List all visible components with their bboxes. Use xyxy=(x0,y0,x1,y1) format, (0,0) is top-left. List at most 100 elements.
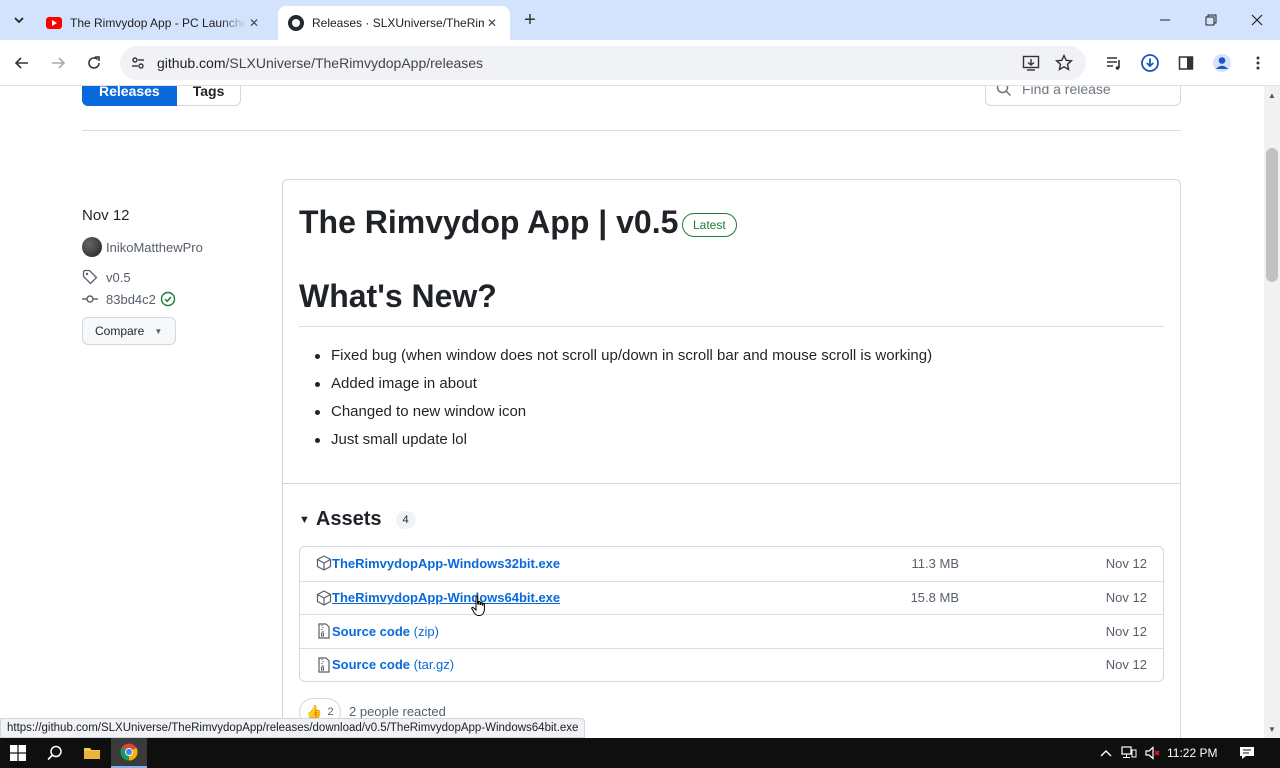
notes-heading: What's New? xyxy=(299,278,497,314)
reaction-count: 2 xyxy=(327,706,334,718)
tab-tags[interactable]: Tags xyxy=(176,86,242,106)
release-author[interactable]: InikoMatthewPro xyxy=(82,237,203,257)
asset-link[interactable]: TheRimvydopApp-Windows32bit.exe xyxy=(332,556,560,571)
tab-title: Releases · SLXUniverse/TheRimvydopApp xyxy=(312,16,484,30)
taskbar-file-explorer[interactable] xyxy=(74,738,110,768)
asset-row: TheRimvydopApp-Windows32bit.exe 11.3 MB … xyxy=(300,547,1163,581)
tab-title: The Rimvydop App - PC Launcher xyxy=(70,16,246,30)
tune-icon xyxy=(132,57,144,69)
triangle-down-icon: ▼ xyxy=(299,513,310,526)
url-path: /SLXUniverse/TheRimvydopApp/releases xyxy=(225,55,484,71)
link-status-bubble: https://github.com/SLXUniverse/TheRimvyd… xyxy=(0,718,586,738)
install-icon xyxy=(1022,55,1040,71)
taskbar-chrome[interactable] xyxy=(111,738,147,768)
divider xyxy=(299,326,1164,327)
side-panel-icon xyxy=(1178,56,1194,70)
divider xyxy=(82,130,1181,131)
author-name[interactable]: InikoMatthewPro xyxy=(106,240,203,255)
search-icon xyxy=(996,86,1012,97)
release-date: Nov 12 xyxy=(82,207,130,224)
minimize-button[interactable] xyxy=(1142,0,1188,40)
divider xyxy=(283,483,1180,484)
find-release-input[interactable]: Find a release xyxy=(985,86,1181,106)
reload-icon xyxy=(88,56,100,69)
forward-button[interactable] xyxy=(44,49,72,77)
asset-size: 15.8 MB xyxy=(910,590,959,606)
site-info-button[interactable] xyxy=(128,53,148,73)
release-card: The Rimvydop App | v0.5 Latest What's Ne… xyxy=(282,179,1181,738)
browser-toolbar: github.com/SLXUniverse/TheRimvydopApp/re… xyxy=(0,40,1280,86)
start-button[interactable] xyxy=(0,738,36,768)
tab-github-releases[interactable]: Releases · SLXUniverse/TheRimvydopApp ✕ xyxy=(278,6,510,40)
tray-overflow-button[interactable] xyxy=(1096,738,1116,768)
scroll-thumb[interactable] xyxy=(1266,148,1278,282)
asset-row: Source code (tar.gz) Nov 12 xyxy=(300,647,1163,682)
tab-search-button[interactable] xyxy=(6,7,32,33)
download-icon xyxy=(1141,54,1159,72)
compare-label: Compare xyxy=(95,324,145,338)
star-icon xyxy=(1055,54,1073,71)
tray-network-button[interactable] xyxy=(1118,738,1140,768)
notifications-button[interactable] xyxy=(1234,738,1260,768)
restore-button[interactable] xyxy=(1188,0,1234,40)
url-text: github.com/SLXUniverse/TheRimvydopApp/re… xyxy=(157,55,483,71)
scroll-up-icon[interactable]: ▲ xyxy=(1264,88,1280,102)
asset-name: TheRimvydopApp-Windows32bit.exe xyxy=(332,556,561,572)
releases-tags-nav: Releases Tags xyxy=(82,86,242,106)
playlist-icon xyxy=(1107,57,1120,70)
asset-link[interactable]: Source code (zip) xyxy=(332,624,439,639)
media-controls-button[interactable] xyxy=(1100,49,1128,77)
scroll-down-icon[interactable]: ▼ xyxy=(1264,722,1280,736)
tag-name[interactable]: v0.5 xyxy=(106,270,131,285)
chevron-up-icon xyxy=(1100,750,1112,757)
verified-icon[interactable] xyxy=(160,291,176,307)
restore-icon xyxy=(1205,14,1217,26)
arrow-right-icon xyxy=(52,57,66,69)
asset-format: (tar.gz) xyxy=(413,657,455,673)
commit-icon xyxy=(82,295,98,303)
close-icon[interactable]: ✕ xyxy=(246,15,262,31)
arrow-left-icon xyxy=(14,57,28,69)
package-icon xyxy=(316,589,332,606)
release-tag[interactable]: v0.5 xyxy=(82,269,131,285)
taskbar: 11:22 PM xyxy=(0,738,1280,768)
assets-list: TheRimvydopApp-Windows32bit.exe 11.3 MB … xyxy=(299,546,1164,682)
asset-size: 11.3 MB xyxy=(911,556,959,572)
taskbar-clock[interactable]: 11:22 PM xyxy=(1167,746,1217,760)
back-button[interactable] xyxy=(8,49,36,77)
window-close-button[interactable] xyxy=(1234,0,1280,40)
page-scrollbar[interactable]: ▲ ▼ xyxy=(1264,86,1280,738)
list-item: Changed to new window icon xyxy=(299,398,932,426)
new-tab-button[interactable]: + xyxy=(518,8,542,32)
tab-strip: The Rimvydop App - PC Launcher ✕ Release… xyxy=(0,0,1280,40)
release-commit[interactable]: 83bd4c2 xyxy=(82,291,176,307)
install-app-button[interactable] xyxy=(1020,52,1042,74)
tab-releases[interactable]: Releases xyxy=(82,86,177,106)
asset-name: Source code xyxy=(332,657,411,673)
downloads-button[interactable] xyxy=(1136,49,1164,77)
chrome-icon xyxy=(120,743,138,761)
tab-youtube[interactable]: The Rimvydop App - PC Launcher ✕ xyxy=(36,6,272,40)
compare-button[interactable]: Compare ▼ xyxy=(82,317,176,345)
asset-link[interactable]: Source code (tar.gz) xyxy=(332,657,454,672)
profile-button[interactable] xyxy=(1208,49,1236,77)
bookmark-button[interactable] xyxy=(1053,52,1075,74)
minimize-icon xyxy=(1160,19,1170,21)
address-bar[interactable]: github.com/SLXUniverse/TheRimvydopApp/re… xyxy=(120,46,1086,80)
release-title[interactable]: The Rimvydop App | v0.5 xyxy=(299,204,678,241)
tray-volume-button[interactable] xyxy=(1142,738,1164,768)
youtube-icon xyxy=(46,17,62,29)
triangle-down-icon: ▼ xyxy=(154,326,163,336)
reload-button[interactable] xyxy=(80,49,108,77)
asset-row: Source code (zip) Nov 12 xyxy=(300,614,1163,648)
asset-name: TheRimvydopApp-Windows64bit.exe xyxy=(332,590,561,606)
taskbar-search-button[interactable] xyxy=(37,738,73,768)
menu-button[interactable] xyxy=(1244,49,1272,77)
side-panel-button[interactable] xyxy=(1172,49,1200,77)
asset-link[interactable]: TheRimvydopApp-Windows64bit.exe xyxy=(332,590,560,605)
close-icon[interactable]: ✕ xyxy=(484,15,500,31)
commit-sha[interactable]: 83bd4c2 xyxy=(106,292,156,307)
asset-name: Source code xyxy=(332,623,411,639)
tag-icon xyxy=(82,269,98,285)
assets-toggle[interactable]: ▼ Assets 4 xyxy=(299,508,416,531)
